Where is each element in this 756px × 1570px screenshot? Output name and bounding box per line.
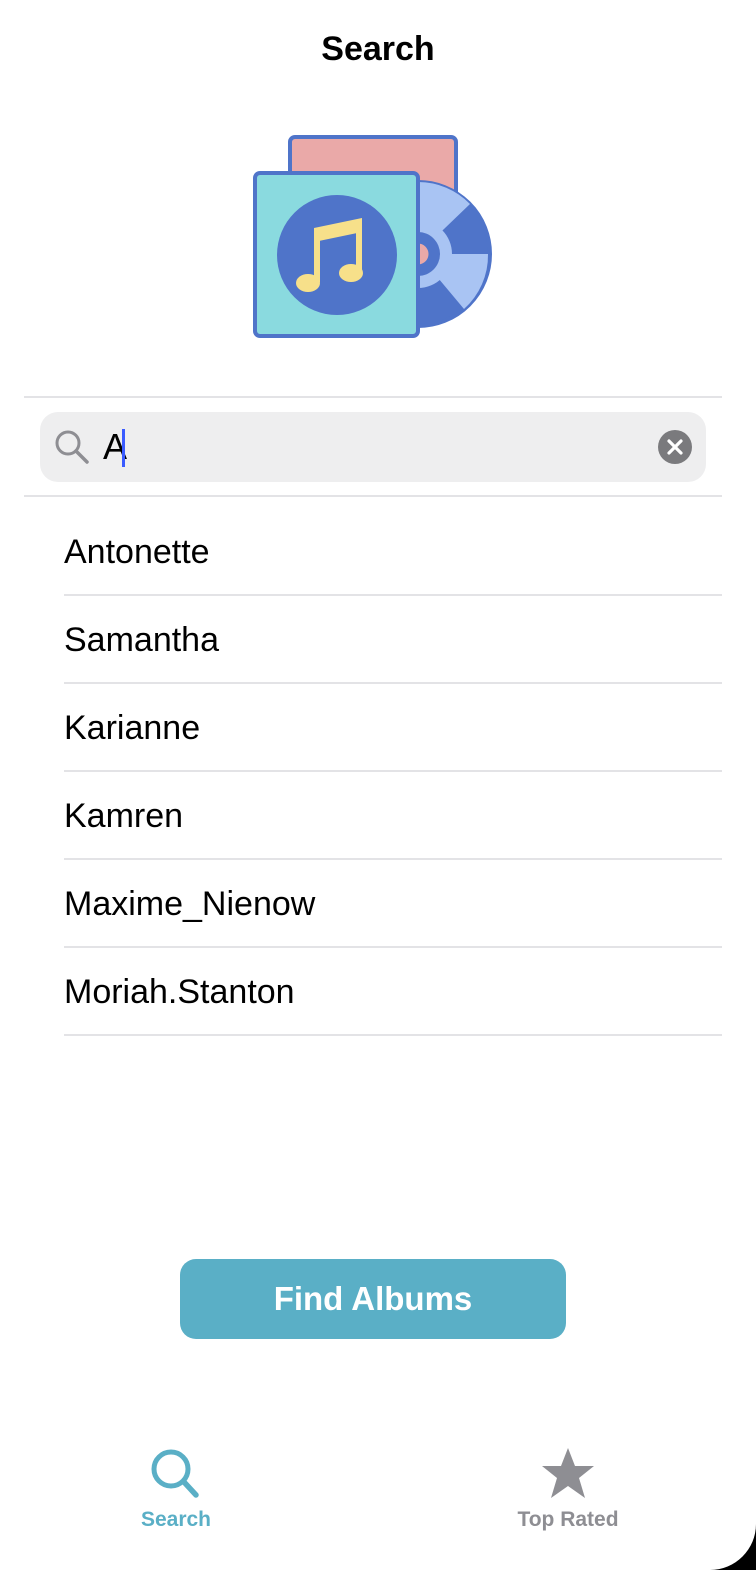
list-item[interactable]: Moriah.Stanton <box>0 948 756 1036</box>
list-item-label: Samantha <box>64 621 219 659</box>
app-screen: Search A Antonette Samantha Karianne Kam… <box>0 0 756 1570</box>
list-item-label: Moriah.Stanton <box>64 973 295 1011</box>
tab-search[interactable]: Search <box>96 1446 256 1532</box>
row-divider <box>64 1034 722 1036</box>
list-item[interactable]: Kamren <box>0 772 756 860</box>
magnifier-icon <box>151 1449 199 1498</box>
find-albums-button[interactable]: Find Albums <box>180 1259 566 1339</box>
tab-top-rated[interactable]: Top Rated <box>488 1446 648 1532</box>
tab-label: Top Rated <box>517 1508 619 1531</box>
search-field[interactable]: A <box>40 412 706 482</box>
list-item-label: Maxime_Nienow <box>64 885 316 923</box>
list-item[interactable]: Maxime_Nienow <box>0 860 756 948</box>
search-icon <box>55 430 89 464</box>
list-item-label: Kamren <box>64 797 184 835</box>
list-item[interactable]: Karianne <box>0 684 756 772</box>
list-item-label: Karianne <box>64 709 201 747</box>
divider-top <box>24 396 722 398</box>
album-illustration <box>253 135 492 338</box>
close-icon <box>667 439 683 455</box>
divider-bottom <box>24 495 722 497</box>
list-item[interactable]: Antonette <box>0 508 756 596</box>
tab-label: Search <box>140 1508 212 1531</box>
list-item-label: Antonette <box>64 533 210 571</box>
clear-search-button[interactable] <box>658 430 692 464</box>
list-item[interactable]: Samantha <box>0 596 756 684</box>
results-list: Antonette Samantha Karianne Kamren Maxim… <box>0 508 756 1036</box>
text-caret <box>122 429 125 467</box>
page-title: Search <box>321 30 435 68</box>
star-icon <box>542 1448 594 1498</box>
